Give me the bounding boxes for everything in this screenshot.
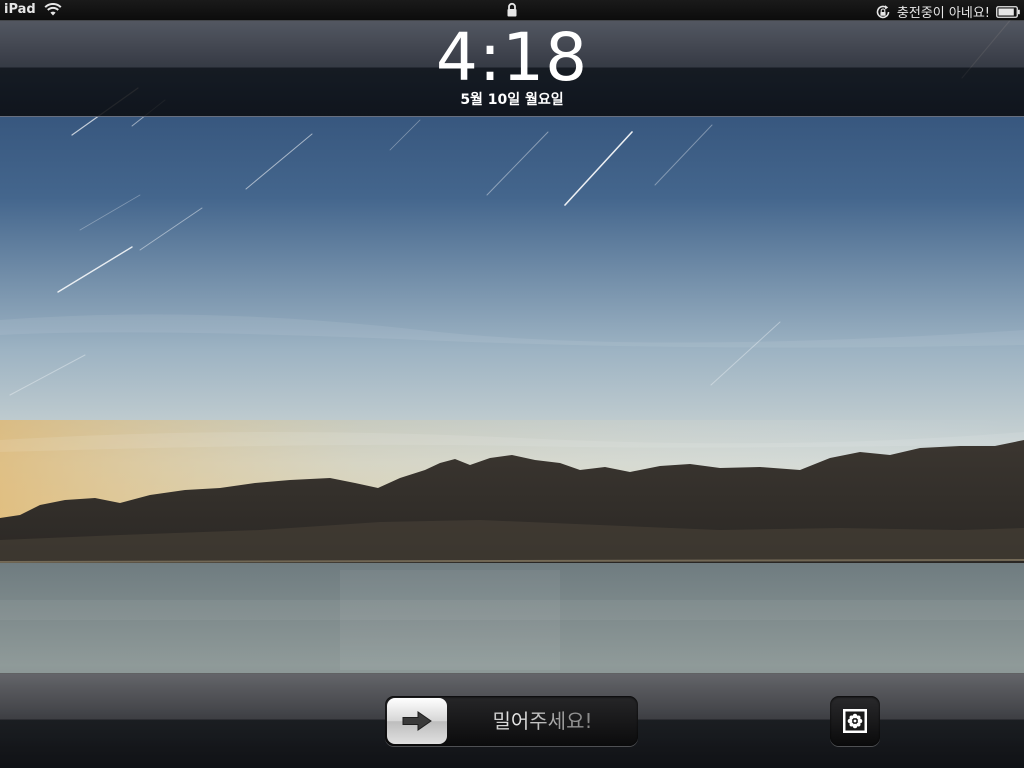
status-right: 충전중이 아네요!	[875, 2, 1020, 21]
status-bar: iPad 충전중이 아네요!	[0, 0, 1024, 21]
clock-panel: 4:18 5월 10일 월요일	[0, 20, 1024, 117]
unlock-panel: 밀어주세요!	[0, 673, 1024, 768]
clock-date: 5월 10일 월요일	[460, 92, 564, 108]
charging-status-text: 충전중이 아네요!	[896, 6, 990, 21]
device-name: iPad	[4, 2, 36, 17]
clock-time: 4:18	[435, 19, 589, 96]
slide-to-unlock-label: 밀어주세요!	[447, 696, 638, 746]
battery-icon	[996, 5, 1020, 18]
picture-frame-flower-icon	[843, 709, 867, 733]
ipad-lock-screen: iPad 충전중이 아네요! 4:18 5월 10일 월요일 밀어주세요!	[0, 0, 1024, 768]
slide-to-unlock-track[interactable]: 밀어주세요!	[385, 696, 638, 746]
picture-frame-button[interactable]	[830, 696, 880, 746]
orientation-lock-icon	[876, 4, 890, 18]
wifi-icon	[44, 3, 62, 16]
lock-icon	[507, 2, 517, 17]
slide-to-unlock-knob[interactable]	[387, 698, 447, 744]
arrow-right-icon	[402, 711, 432, 731]
status-left: iPad	[4, 2, 62, 17]
